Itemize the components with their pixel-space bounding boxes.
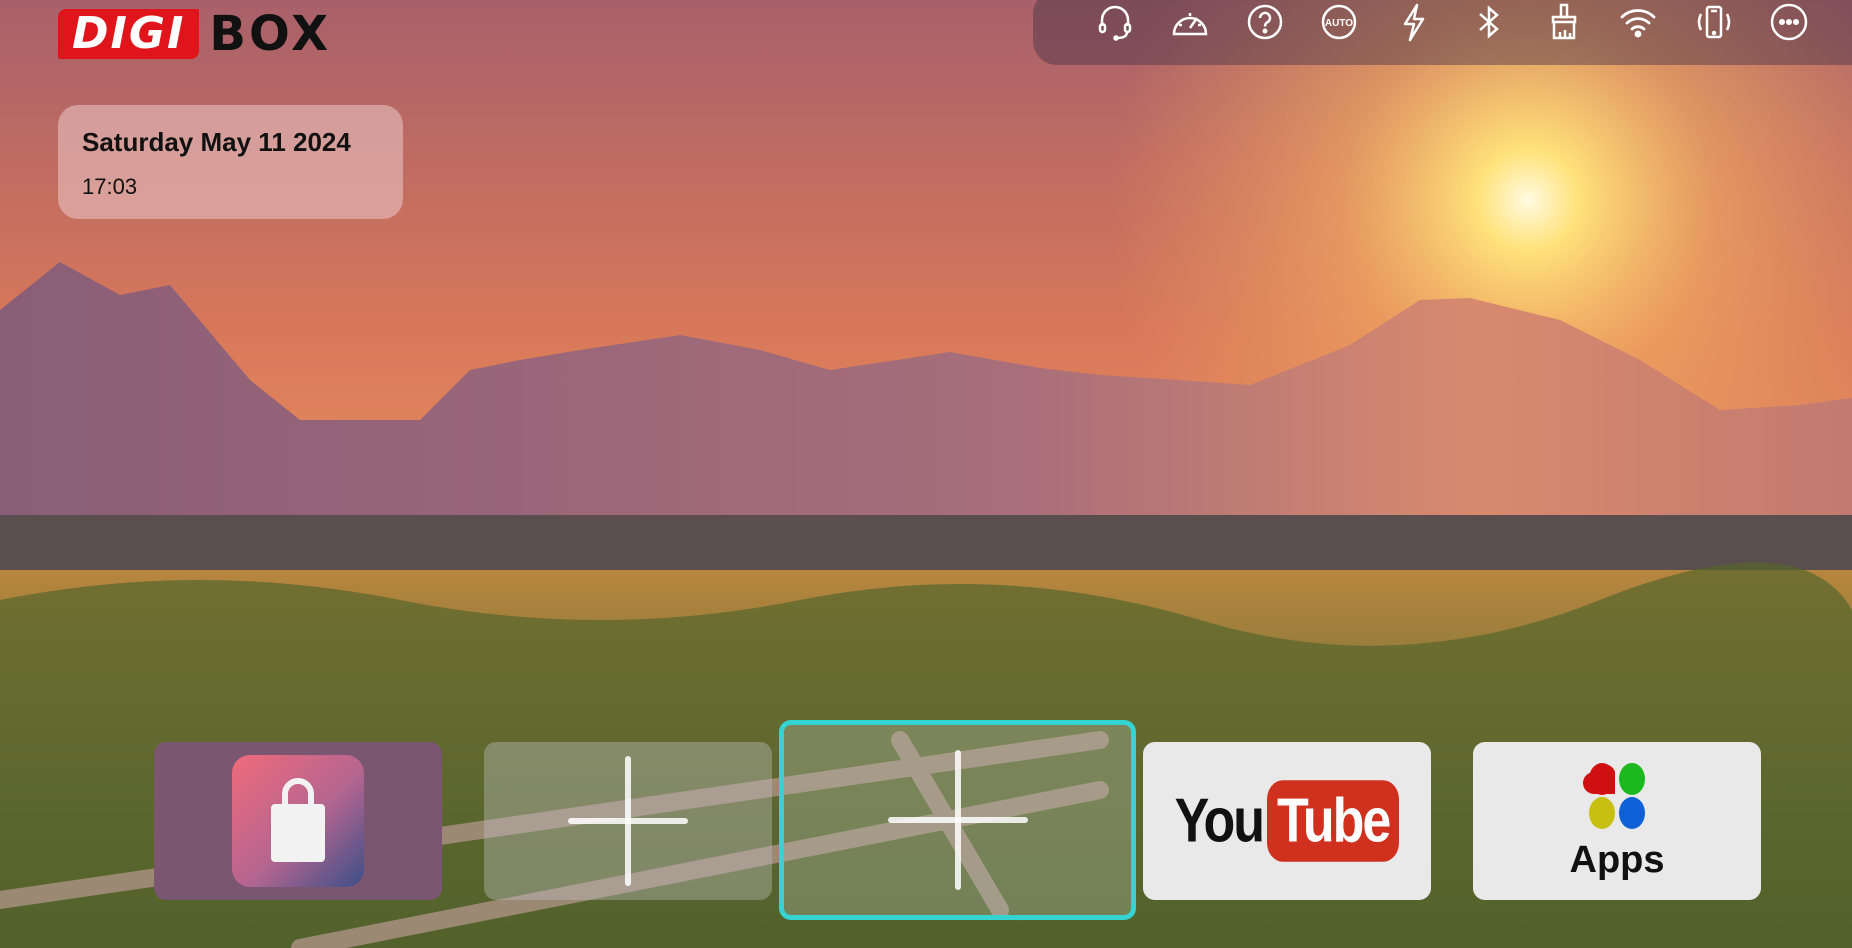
time-text: 17:03 [82, 174, 138, 199]
digibox-logo: DIGI BOX [58, 6, 332, 62]
bluetooth-icon[interactable] [1467, 0, 1511, 44]
speedometer-icon[interactable] [1168, 0, 1212, 44]
clock-widget: Saturday May 11 2024 17:03 [58, 105, 403, 219]
more-icon[interactable] [1767, 0, 1811, 44]
add-shortcut-tile[interactable] [484, 742, 772, 900]
status-toolbar: AUTO [1033, 0, 1852, 65]
shopping-bag-icon [232, 755, 364, 887]
phone-vibrate-icon[interactable] [1692, 0, 1736, 44]
store-tile[interactable] [154, 742, 442, 900]
date-text: Saturday May 11 2024 [82, 127, 351, 157]
logo-digi: DIGI [58, 9, 200, 59]
brush-icon[interactable] [1542, 0, 1586, 44]
logo-box: BOX [209, 6, 332, 62]
lightning-icon[interactable] [1392, 0, 1436, 44]
apps-grid-icon [1583, 762, 1645, 829]
youtube-tile[interactable]: You Tube [1143, 742, 1431, 900]
plus-icon [568, 756, 688, 886]
auto-icon[interactable]: AUTO [1317, 0, 1361, 44]
youtube-logo: You Tube [1175, 780, 1400, 862]
add-shortcut-tile-focused[interactable] [779, 720, 1136, 920]
wifi-icon[interactable] [1616, 0, 1660, 44]
apps-label: Apps [1569, 838, 1665, 881]
apps-tile[interactable]: Apps [1473, 742, 1761, 900]
headset-icon[interactable] [1093, 0, 1137, 44]
plus-icon [887, 750, 1028, 890]
help-icon[interactable] [1243, 0, 1287, 44]
svg-text:AUTO: AUTO [1325, 18, 1353, 29]
